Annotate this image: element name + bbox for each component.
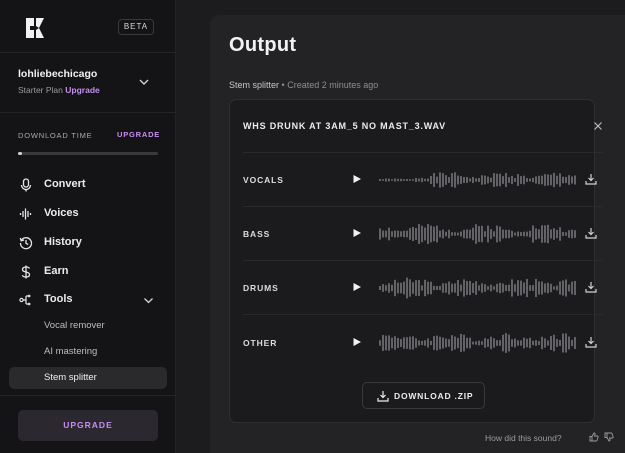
tools-icon <box>19 294 31 306</box>
download-time-upgrade-link[interactable]: UPGRADE <box>117 130 160 139</box>
tools-vocal-remover[interactable]: Vocal remover <box>9 315 167 337</box>
download-time-label: DOWNLOAD TIME <box>18 131 93 140</box>
download-icon[interactable] <box>585 336 597 348</box>
feedback-prompt: How did this sound? <box>485 433 562 443</box>
nav-earn[interactable]: Earn <box>10 260 167 284</box>
divider <box>0 112 175 113</box>
download-icon[interactable] <box>585 281 597 293</box>
tools-stem-splitter[interactable]: Stem splitter <box>9 367 167 389</box>
play-icon[interactable] <box>352 337 362 347</box>
divider <box>0 52 175 53</box>
close-icon[interactable] <box>593 121 603 131</box>
stem-name-drums: DRUMS <box>243 283 279 293</box>
play-icon[interactable] <box>352 282 362 292</box>
stem-name-vocals: VOCALS <box>243 175 284 185</box>
user-name: lohliebechicago <box>18 68 98 80</box>
download-icon[interactable] <box>585 227 597 239</box>
nav-tools[interactable]: Tools <box>10 288 167 312</box>
meta-separator: • <box>281 80 285 90</box>
download-time-progress-fill <box>18 152 23 155</box>
nav-history-label: History <box>44 236 82 248</box>
plan-line: Starter Plan Upgrade <box>18 85 100 95</box>
file-name: WHS DRUNK AT 3AM_5 NO MAST_3.WAV <box>243 121 446 131</box>
meta-tool: Stem splitter <box>229 80 280 90</box>
tools-chevron-down-icon[interactable] <box>143 295 154 306</box>
nav-convert-label: Convert <box>44 178 86 190</box>
play-icon[interactable] <box>352 174 362 184</box>
divider <box>243 314 604 315</box>
waveform-drums[interactable] <box>378 275 578 301</box>
nav-voices[interactable]: Voices <box>10 202 167 226</box>
waveform-other[interactable] <box>378 330 578 356</box>
download-zip-button[interactable]: DOWNLOAD .ZIP <box>362 382 485 409</box>
thumbs-down-icon[interactable] <box>604 432 614 442</box>
divider <box>243 152 604 153</box>
page-title: Output <box>229 34 297 56</box>
soundwave-icon <box>19 208 32 220</box>
tools-ai-mastering[interactable]: AI mastering <box>9 341 167 363</box>
stems-card: WHS DRUNK AT 3AM_5 NO MAST_3.WAV VOCALS … <box>229 99 604 423</box>
meta-created: Created 2 minutes ago <box>287 80 379 90</box>
divider <box>243 260 604 261</box>
stem-name-bass: BASS <box>243 229 271 239</box>
upgrade-button[interactable]: UPGRADE <box>18 410 158 441</box>
divider <box>0 395 175 396</box>
nav-voices-label: Voices <box>44 207 79 219</box>
nav-earn-label: Earn <box>44 265 69 277</box>
download-zip-label: DOWNLOAD .ZIP <box>394 391 474 401</box>
beta-badge: BETA <box>118 19 154 35</box>
plan-name: Starter Plan <box>18 85 63 95</box>
waveform-vocals[interactable] <box>378 167 578 193</box>
download-icon[interactable] <box>585 173 597 185</box>
download-time-progress <box>18 152 158 155</box>
divider <box>243 206 604 207</box>
tools-vocal-remover-label: Vocal remover <box>44 320 105 331</box>
thumbs-up-icon[interactable] <box>589 432 599 442</box>
download-icon <box>377 391 389 402</box>
account-chevron-down-icon[interactable] <box>138 76 150 88</box>
sidebar: BETA lohliebechicago Starter Plan Upgrad… <box>0 0 176 453</box>
dollar-icon <box>21 265 31 279</box>
nav-tools-label: Tools <box>44 293 73 305</box>
history-icon <box>19 237 33 250</box>
tools-stem-splitter-label: Stem splitter <box>44 372 97 383</box>
waveform-bass[interactable] <box>378 221 578 247</box>
stem-name-other: OTHER <box>243 338 278 348</box>
nav-convert[interactable]: Convert <box>10 173 167 197</box>
plan-upgrade-link[interactable]: Upgrade <box>65 85 99 95</box>
play-icon[interactable] <box>352 228 362 238</box>
logo-icon[interactable] <box>24 17 46 39</box>
nav-history[interactable]: History <box>10 231 167 255</box>
tools-ai-mastering-label: AI mastering <box>44 346 98 357</box>
microphone-icon <box>20 178 32 192</box>
output-meta: Stem splitter • Created 2 minutes ago <box>229 80 378 90</box>
